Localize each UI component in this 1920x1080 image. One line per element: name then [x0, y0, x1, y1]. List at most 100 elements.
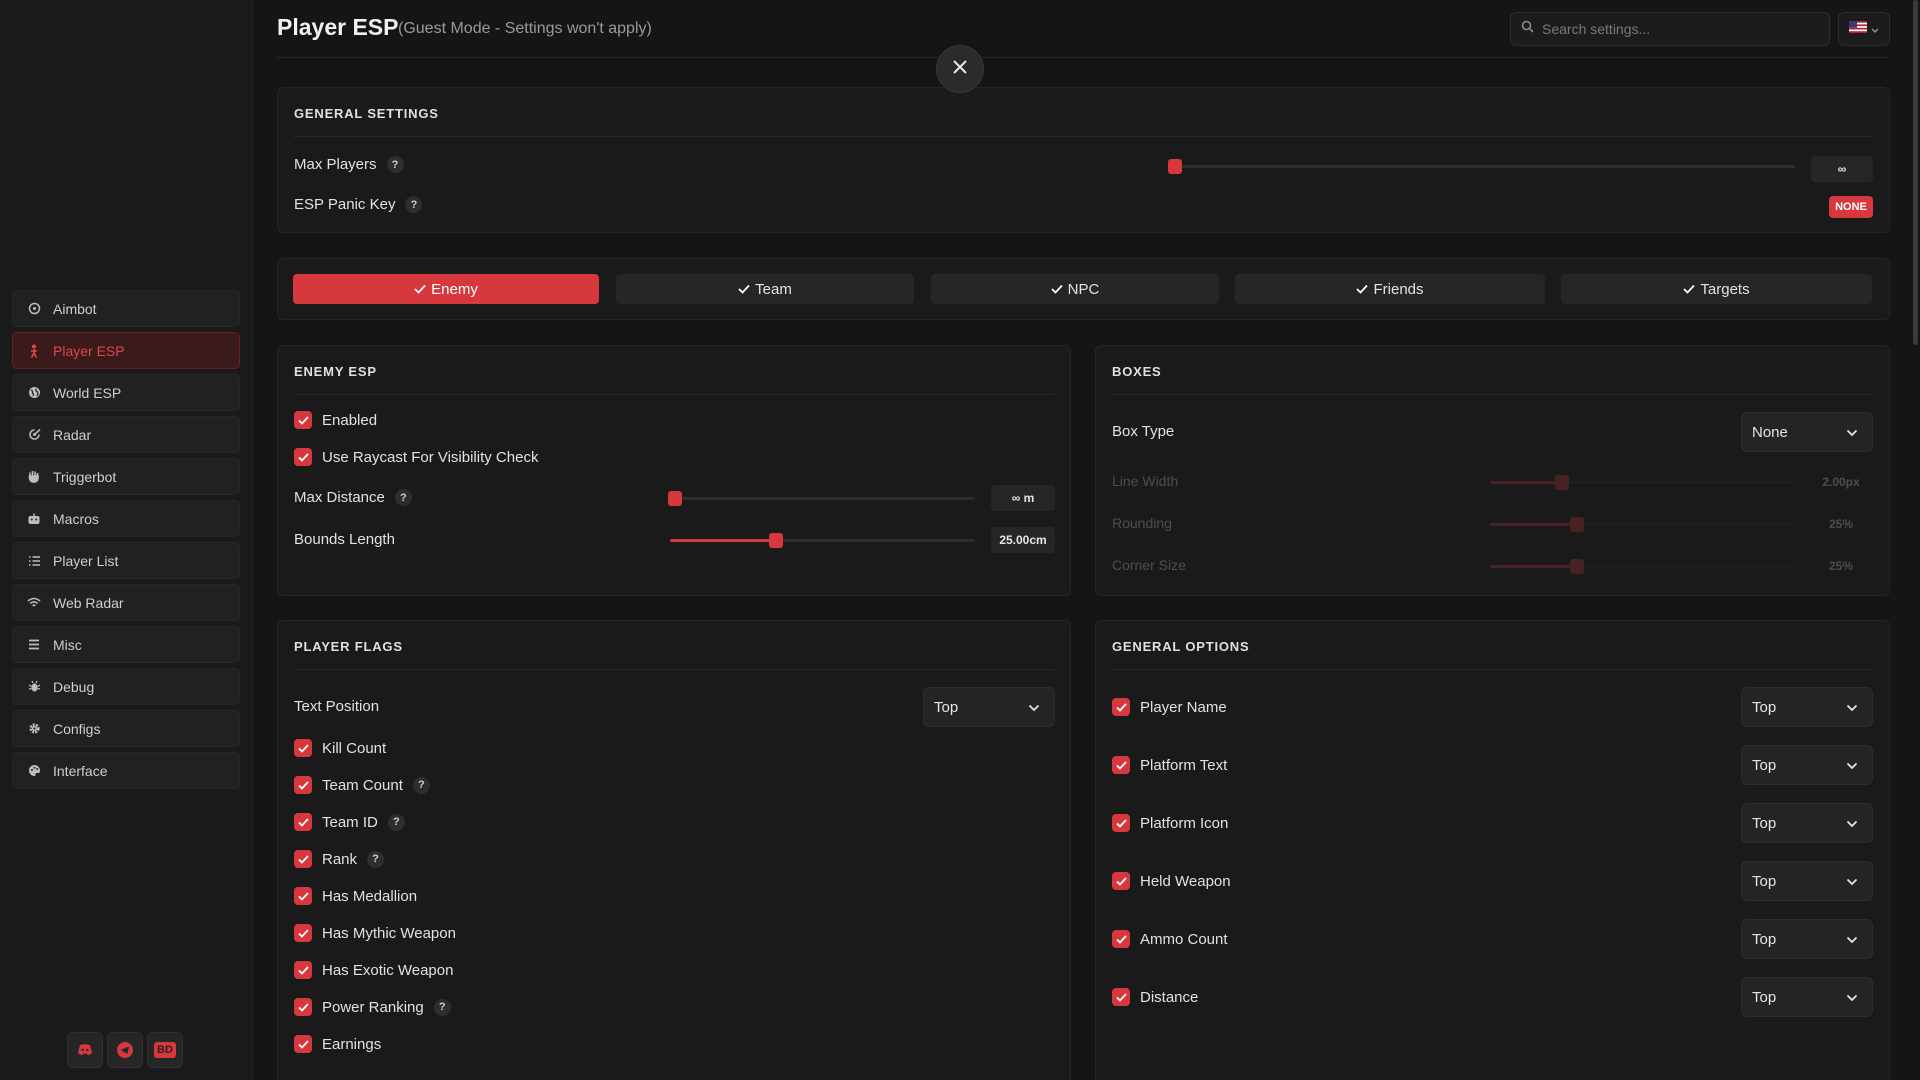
flag-has-exotic-weapon-checkbox[interactable]: Has Exotic Weapon: [294, 961, 453, 979]
line-width-slider[interactable]: [1490, 475, 1793, 490]
help-icon[interactable]: ?: [394, 489, 412, 506]
checkbox-checked[interactable]: [1112, 756, 1130, 774]
checkbox-checked[interactable]: [294, 998, 312, 1016]
box-type-dropdown[interactable]: None: [1741, 412, 1873, 452]
slider-thumb[interactable]: [668, 491, 682, 506]
platform-text-position-dropdown[interactable]: Top: [1741, 745, 1873, 785]
checkbox-checked[interactable]: [294, 924, 312, 942]
checkbox-checked[interactable]: [294, 776, 312, 794]
held-weapon-checkbox[interactable]: Held Weapon: [1112, 872, 1231, 890]
tab-npc[interactable]: NPC: [931, 274, 1219, 304]
slider-thumb[interactable]: [1554, 475, 1569, 490]
checkbox-checked[interactable]: [1112, 988, 1130, 1006]
tab-enemy[interactable]: Enemy: [293, 274, 599, 304]
help-icon[interactable]: ?: [405, 196, 423, 213]
flag-has-mythic-weapon-checkbox[interactable]: Has Mythic Weapon: [294, 924, 456, 942]
player-name-checkbox[interactable]: Player Name: [1112, 698, 1227, 716]
player-name-position-dropdown[interactable]: Top: [1741, 687, 1873, 727]
dropdown-value: Top: [1752, 698, 1777, 716]
crosshair-icon: [27, 302, 41, 316]
checkbox-checked[interactable]: [294, 448, 312, 466]
rounding-value[interactable]: 25%: [1809, 511, 1873, 537]
checkbox-checked[interactable]: [1112, 930, 1130, 948]
corner-size-value[interactable]: 25%: [1809, 553, 1873, 579]
max-players-slider[interactable]: [1168, 159, 1795, 174]
checkbox-checked[interactable]: [294, 411, 312, 429]
slider-thumb[interactable]: [768, 533, 783, 548]
slider-thumb[interactable]: [1569, 517, 1584, 532]
flag-earnings-checkbox[interactable]: Earnings: [294, 1035, 381, 1053]
ammo-count-position-dropdown[interactable]: Top: [1741, 919, 1873, 959]
checkbox-checked[interactable]: [1112, 698, 1130, 716]
sidebar-item-player-list[interactable]: Player List: [12, 542, 240, 579]
held-weapon-position-dropdown[interactable]: Top: [1741, 861, 1873, 901]
checkbox-checked[interactable]: [1112, 872, 1130, 890]
checkbox-checked[interactable]: [1112, 814, 1130, 832]
distance-position-dropdown[interactable]: Top: [1741, 977, 1873, 1017]
checkbox-checked[interactable]: [294, 887, 312, 905]
max-distance-value[interactable]: ∞ m: [991, 485, 1055, 511]
search-box[interactable]: [1510, 12, 1830, 46]
check-icon: [414, 281, 426, 298]
tab-team[interactable]: Team: [616, 274, 914, 304]
sidebar-item-macros[interactable]: Macros: [12, 500, 240, 537]
tab-friends[interactable]: Friends: [1235, 274, 1545, 304]
bd-icon[interactable]: BD: [147, 1032, 183, 1068]
bounds-length-slider[interactable]: [670, 533, 975, 548]
platform-icon-position-dropdown[interactable]: Top: [1741, 803, 1873, 843]
flag-team-id-checkbox[interactable]: Team ID?: [294, 813, 405, 831]
close-button[interactable]: [936, 45, 984, 93]
raycast-checkbox[interactable]: Use Raycast For Visibility Check: [294, 448, 538, 466]
corner-size-label: Corner Size: [1112, 557, 1186, 573]
language-selector[interactable]: [1838, 12, 1890, 46]
checkbox-checked[interactable]: [294, 961, 312, 979]
checkbox-checked[interactable]: [294, 850, 312, 868]
help-icon[interactable]: ?: [387, 813, 405, 831]
slider-thumb[interactable]: [1569, 559, 1584, 574]
search-input[interactable]: [1542, 21, 1812, 37]
sidebar-item-triggerbot[interactable]: Triggerbot: [12, 458, 240, 495]
sidebar-item-configs[interactable]: Configs: [12, 710, 240, 747]
help-icon[interactable]: ?: [412, 776, 430, 794]
sidebar-item-label: Player ESP: [53, 342, 125, 359]
sidebar-item-misc[interactable]: Misc: [12, 626, 240, 663]
sidebar-item-player-esp[interactable]: Player ESP: [12, 332, 240, 369]
help-icon[interactable]: ?: [386, 156, 404, 173]
corner-size-row: Corner Size: [1112, 557, 1186, 573]
sidebar-item-interface[interactable]: Interface: [12, 752, 240, 789]
sidebar-item-debug[interactable]: Debug: [12, 668, 240, 705]
telegram-icon[interactable]: [107, 1032, 143, 1068]
corner-size-slider[interactable]: [1490, 559, 1793, 574]
sidebar-item-radar[interactable]: Radar: [12, 416, 240, 453]
checkbox-checked[interactable]: [294, 1035, 312, 1053]
enabled-checkbox[interactable]: Enabled: [294, 411, 377, 429]
flag-has-medallion-checkbox[interactable]: Has Medallion: [294, 887, 417, 905]
bounds-length-value[interactable]: 25.00cm: [991, 527, 1055, 553]
checkbox-checked[interactable]: [294, 813, 312, 831]
platform-icon-checkbox[interactable]: Platform Icon: [1112, 814, 1228, 832]
checkbox-checked[interactable]: [294, 739, 312, 757]
slider-thumb[interactable]: [1168, 159, 1182, 174]
help-icon[interactable]: ?: [367, 850, 385, 868]
platform-text-checkbox[interactable]: Platform Text: [1112, 756, 1227, 774]
scrollbar[interactable]: [1913, 0, 1918, 345]
ammo-count-checkbox[interactable]: Ammo Count: [1112, 930, 1228, 948]
max-players-value[interactable]: ∞: [1811, 156, 1873, 182]
max-distance-slider[interactable]: [668, 491, 975, 506]
flag-label: Has Medallion: [322, 887, 418, 905]
flag-team-count-checkbox[interactable]: Team Count?: [294, 776, 430, 794]
sidebar-item-aimbot[interactable]: Aimbot: [12, 290, 240, 327]
flag-power-ranking-checkbox[interactable]: Power Ranking?: [294, 998, 451, 1016]
flag-rank-checkbox[interactable]: Rank?: [294, 850, 385, 868]
flag-kill-count-checkbox[interactable]: Kill Count: [294, 739, 386, 757]
sidebar-item-web-radar[interactable]: Web Radar: [12, 584, 240, 621]
discord-icon[interactable]: [67, 1032, 103, 1068]
sidebar-item-world-esp[interactable]: World ESP: [12, 374, 240, 411]
distance-checkbox[interactable]: Distance: [1112, 988, 1198, 1006]
panic-key-button[interactable]: NONE: [1829, 196, 1873, 218]
line-width-value[interactable]: 2.00px: [1809, 469, 1873, 495]
text-position-dropdown[interactable]: Top: [923, 687, 1055, 727]
rounding-slider[interactable]: [1490, 517, 1793, 532]
tab-targets[interactable]: Targets: [1561, 274, 1872, 304]
help-icon[interactable]: ?: [433, 998, 451, 1016]
